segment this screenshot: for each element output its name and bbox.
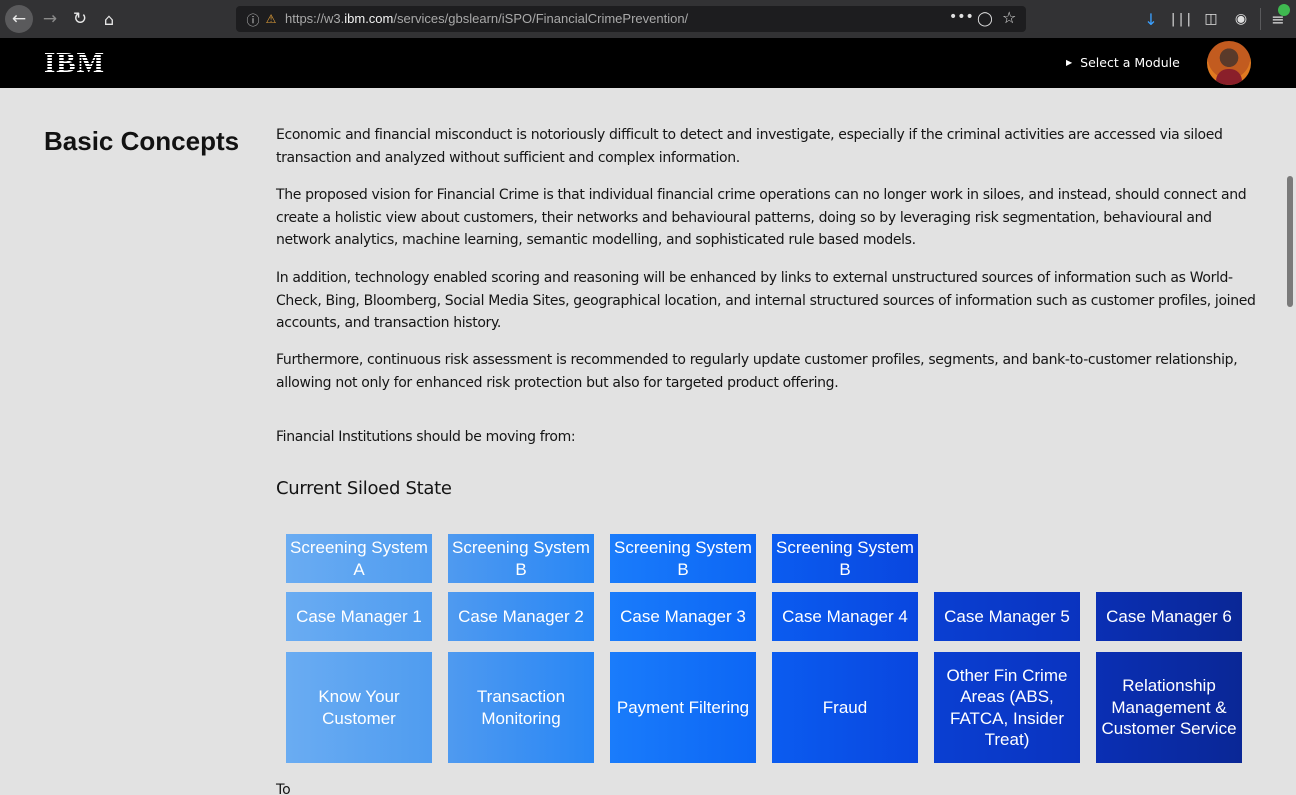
forward-button[interactable]: → [39,8,61,30]
ibm-logo[interactable]: IBM [44,49,105,78]
reload-button[interactable]: ↻ [69,8,91,30]
area-box-payment-filtering: Payment Filtering [610,652,756,763]
select-module-label: Select a Module [1080,55,1180,70]
site-header: IBM ▶ Select a Module [0,38,1296,88]
to-label: To [276,782,291,795]
star-icon[interactable]: ☆ [1002,8,1016,27]
sidebar-icon[interactable]: ◫ [1201,9,1221,29]
paragraph-2: The proposed vision for Financial Crime … [276,187,1247,249]
screening-system-box: Screening System B [448,534,594,583]
section-title: Basic Concepts [44,126,240,156]
play-triangle-icon: ▶ [1066,58,1073,67]
home-icon: ⌂ [103,9,115,29]
url-text[interactable]: https://w3.ibm.com/services/gbslearn/iSP… [285,11,688,26]
toolbar-divider [1260,8,1261,30]
back-button[interactable]: ← [5,5,33,33]
case-manager-box: Case Manager 4 [772,592,918,641]
screening-system-box: Screening System A [286,534,432,583]
account-icon[interactable]: ◉ [1231,9,1251,29]
url-prefix: https://w3. [285,11,345,26]
area-box-transaction-monitoring: Transaction Monitoring [448,652,594,763]
more-icon[interactable]: ••• [949,9,974,25]
scrollbar[interactable] [1287,176,1293,307]
area-box-other-fin-crime: Other Fin Crime Areas (ABS, FATCA, Insid… [934,652,1080,763]
reload-icon: ↻ [72,9,88,29]
browser-toolbar: ← → ↻ ⌂ ⓘ ⚠ https://w3.ibm.com/services/… [0,0,1296,38]
library-icon[interactable]: ||| [1169,9,1192,29]
arrow-left-icon: ← [11,9,27,29]
select-module-link[interactable]: ▶ Select a Module [1066,55,1180,70]
case-manager-box: Case Manager 2 [448,592,594,641]
url-path: /services/gbslearn/iSPO/FinancialCrimePr… [393,11,689,26]
area-box-relationship-management: Relationship Management & Customer Servi… [1096,652,1242,763]
address-bar[interactable]: ⓘ ⚠ https://w3.ibm.com/services/gbslearn… [236,6,1026,32]
info-icon[interactable]: ⓘ [244,10,262,29]
avatar[interactable] [1207,41,1251,85]
home-button[interactable]: ⌂ [98,8,120,30]
update-badge [1278,4,1290,16]
paragraph-5: Financial Institutions should be moving … [276,429,576,445]
case-manager-box: Case Manager 3 [610,592,756,641]
paragraph-1: Economic and financial misconduct is not… [276,127,1223,166]
pocket-icon[interactable]: ◯ [976,9,994,29]
arrow-right-icon: → [42,9,58,29]
case-manager-box: Case Manager 6 [1096,592,1242,641]
screening-system-box: Screening System B [772,534,918,583]
paragraph-4: Furthermore, continuous risk assessment … [276,352,1238,391]
case-manager-box: Case Manager 1 [286,592,432,641]
current-state-heading: Current Siloed State [276,478,452,499]
download-icon[interactable]: ↓ [1141,9,1161,29]
area-box-kyc: Know Your Customer [286,652,432,763]
url-domain: ibm.com [344,11,394,26]
lock-warning-icon[interactable]: ⚠ [263,10,279,28]
area-box-fraud: Fraud [772,652,918,763]
paragraph-3: In addition, technology enabled scoring … [276,270,1256,332]
screening-system-box: Screening System B [610,534,756,583]
case-manager-box: Case Manager 5 [934,592,1080,641]
